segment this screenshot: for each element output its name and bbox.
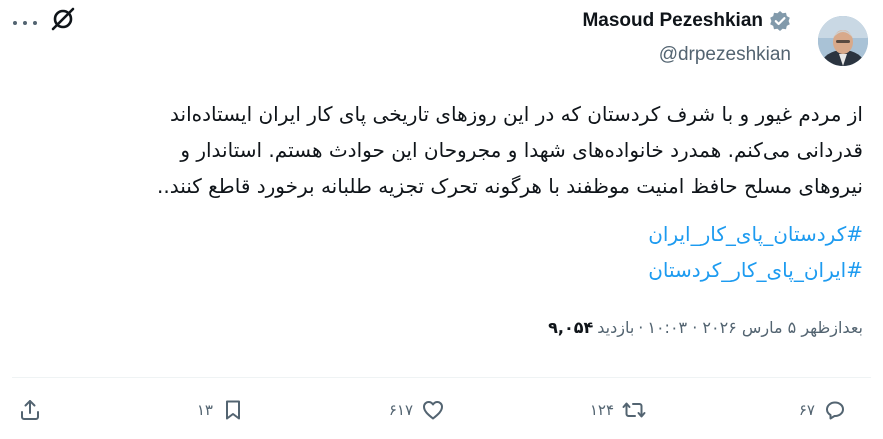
author-name[interactable]: Masoud Pezeshkian (582, 10, 763, 32)
tweet-text: از مردم غیور و با شرف کردستان که در این … (14, 96, 863, 204)
share-button[interactable] (18, 398, 42, 422)
tweet-line: از مردم غیور و با شرف کردستان که در این … (170, 102, 863, 126)
avatar[interactable] (818, 16, 868, 66)
hashtag-link[interactable]: #کردستان_پای_کار_ایران (648, 222, 863, 246)
divider (12, 377, 871, 378)
like-button[interactable]: ۶۱۷ (389, 398, 445, 422)
retweet-button[interactable]: ۱۲۴ (590, 398, 646, 422)
reply-count: ۶۷ (798, 401, 815, 419)
bookmark-button[interactable]: ۱۳ (197, 398, 245, 422)
views-count: ۹,۰۵۴ (548, 318, 594, 337)
avatar-image (818, 16, 868, 66)
author-handle[interactable]: @drpezeshkian (659, 44, 791, 66)
meta-separator: · (638, 318, 644, 337)
like-count: ۶۱۷ (388, 401, 413, 419)
timestamp[interactable]: بعدازظهر ۵ مارس ۲۰۲۶ · ۱۰:۰۳ (647, 318, 863, 337)
hashtag-link[interactable]: #ایران_پای_کار_کردستان (648, 258, 863, 282)
verified-badge-icon (770, 11, 790, 31)
tweet-meta: بعدازظهر ۵ مارس ۲۰۲۶ · ۱۰:۰۳ · بازدید ۹,… (548, 318, 863, 337)
bookmark-icon (226, 400, 240, 420)
bookmark-count: ۱۳ (196, 401, 213, 419)
retweet-icon (622, 402, 646, 418)
grok-icon[interactable] (50, 6, 76, 32)
tweet-line: قدردانی می‌کنم. همدرد خانواده‌های شهدا و… (180, 138, 863, 162)
reply-button[interactable]: ۶۷ (799, 398, 847, 422)
tweet-line: نیروهای مسلح حافظ امنیت موظفند با هرگونه… (157, 174, 863, 198)
reply-icon (826, 401, 844, 420)
retweet-count: ۱۲۴ (589, 401, 614, 419)
share-icon (21, 400, 39, 420)
heart-icon (423, 401, 443, 420)
views-label: بازدید (597, 318, 635, 337)
more-icon[interactable] (8, 14, 42, 32)
